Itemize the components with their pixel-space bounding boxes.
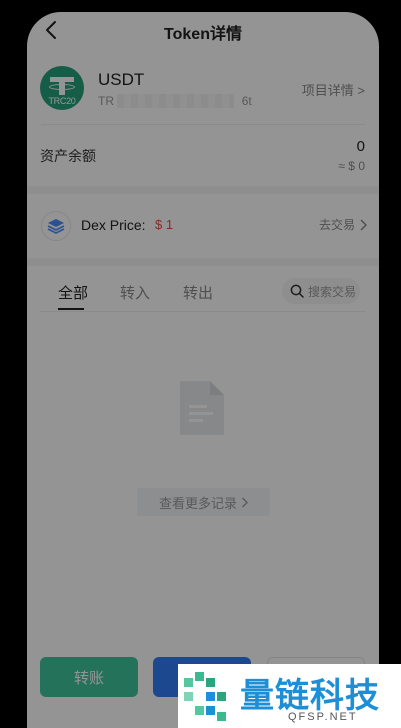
chevron-right-icon [242, 497, 248, 507]
project-details-link[interactable]: 项目详情 > [302, 80, 365, 99]
section-gap [27, 186, 379, 194]
balance-label: 资产余额 [40, 148, 96, 164]
tab-outgoing[interactable]: 转出 [183, 282, 213, 303]
token-header: TRC20 USDT TR 6t 项目详情 > [27, 62, 379, 124]
balance-amount: 0 [356, 138, 365, 155]
active-tab-indicator [58, 308, 84, 310]
chain-badge: TRC20 [48, 96, 76, 106]
usdt-logo-icon: TRC20 [40, 66, 84, 110]
empty-document-icon [180, 381, 224, 435]
search-placeholder: 搜索交易 [308, 284, 357, 299]
go-trade-label: 去交易 [318, 218, 355, 232]
watermark-logo: 量链科技 QFSP.NET [178, 664, 401, 728]
address-prefix: TR [98, 94, 114, 108]
nav-bar: Token详情 [27, 12, 379, 52]
more-records-label: 查看更多记录 [158, 495, 237, 511]
dex-price-row[interactable]: Dex Price: $ 1 去交易 [27, 208, 379, 258]
search-transactions-input[interactable]: 搜索交易 [282, 278, 360, 304]
search-icon [290, 284, 304, 298]
transaction-tabs: 全部 转入 转出 搜索交易 [27, 274, 379, 314]
layers-icon [41, 211, 71, 241]
page-title: Token详情 [164, 26, 242, 43]
more-records-button[interactable]: 查看更多记录 [137, 488, 270, 516]
section-gap [27, 258, 379, 266]
divider [40, 311, 366, 312]
go-trade-link[interactable]: 去交易 [319, 216, 367, 233]
transfer-button[interactable]: 转账 [40, 657, 138, 697]
address-suffix: 6t [241, 94, 252, 108]
watermark-name: 量链科技 [240, 677, 380, 715]
tab-all[interactable]: 全部 [58, 282, 88, 303]
chevron-right-icon [360, 218, 367, 231]
token-symbol: USDT [98, 70, 145, 89]
balance-fiat-value: ≈ $ 0 [338, 159, 365, 173]
watermark-domain: QFSP.NET [288, 711, 358, 723]
dex-price-value: $ 1 [155, 217, 174, 232]
address-redaction [117, 94, 234, 108]
balance-section: 资产余额 0 ≈ $ 0 [27, 132, 379, 186]
token-detail-screen: Token详情 TRC20 USDT TR 6t 项目详情 > 资产余额 0 ≈… [27, 12, 379, 728]
dex-price-label: Dex Price: [81, 217, 146, 233]
divider [41, 124, 365, 125]
transfer-label: 转账 [73, 669, 104, 687]
watermark-emblem-icon [184, 672, 226, 721]
tab-incoming[interactable]: 转入 [120, 282, 150, 303]
